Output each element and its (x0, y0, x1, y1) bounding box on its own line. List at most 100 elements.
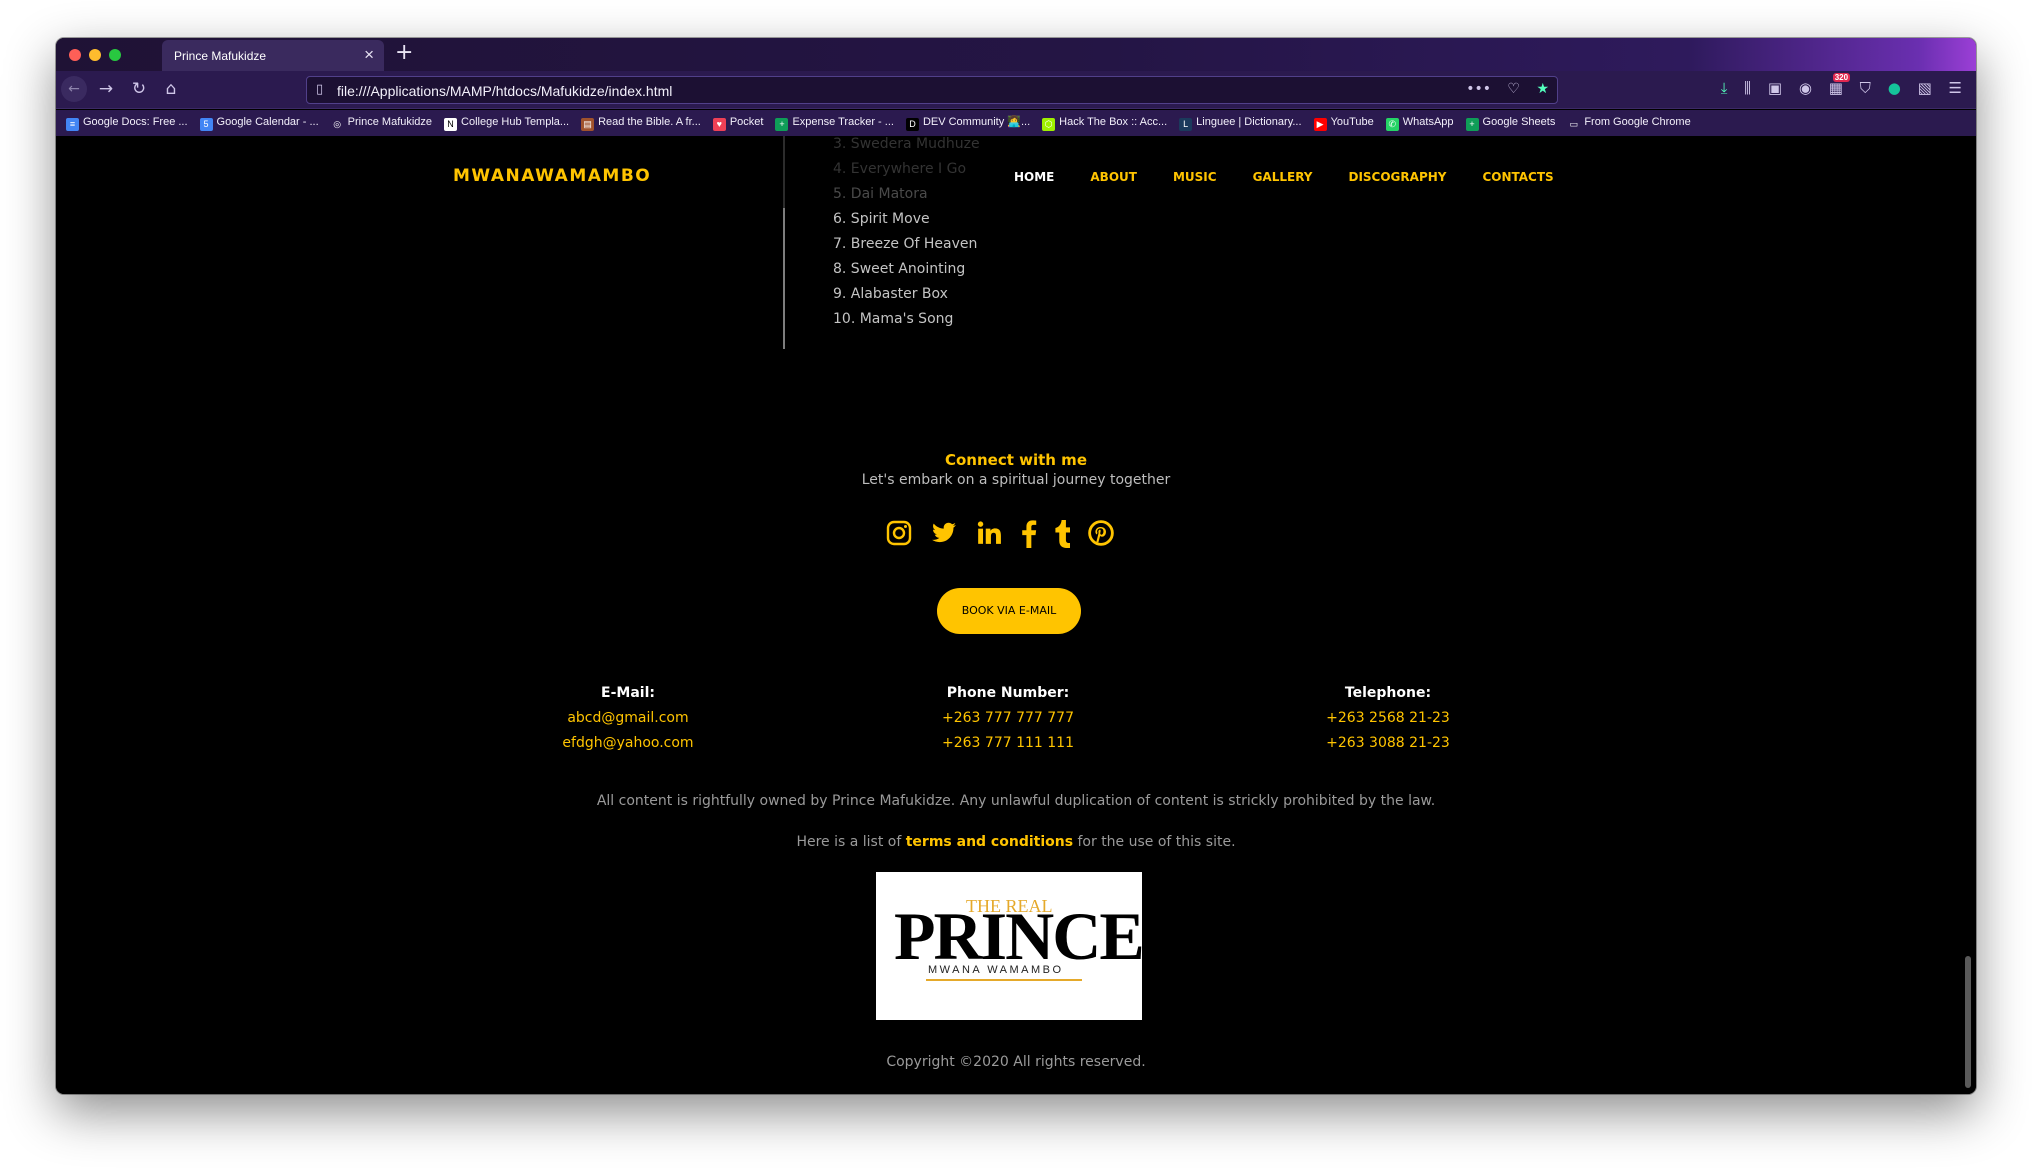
bookmark-favicon-icon: ◎ (330, 118, 344, 131)
browser-window: Prince Mafukidze × + ← → ↻ ⌂ ▯ file:///A… (56, 38, 1976, 1094)
bookmark-item[interactable]: ▭ From Google Chrome (1567, 116, 1691, 131)
bookmark-star-icon[interactable]: ★ (1536, 81, 1549, 97)
home-icon[interactable]: ⌂ (159, 78, 183, 100)
connect-title: Connect with me (944, 451, 1087, 469)
bookmark-item[interactable]: ◎ Prince Mafukidze (330, 116, 433, 131)
grammarly-icon[interactable]: ● (1888, 79, 1901, 97)
email-link[interactable]: efdgh@yahoo.com (478, 731, 778, 756)
notification-badge: 320 (1832, 73, 1851, 82)
account-icon[interactable]: ◉ (1799, 79, 1812, 97)
pocket-icon[interactable]: ♡ (1507, 81, 1520, 97)
close-window-button[interactable] (69, 49, 81, 61)
bookmark-label: WhatsApp (1402, 116, 1454, 128)
bookmark-item[interactable]: D DEV Community 👩‍💻... (905, 115, 1030, 131)
pinterest-icon[interactable] (1088, 520, 1116, 548)
library-icon[interactable]: ⫼ (1744, 79, 1751, 97)
telephone-heading: Telephone: (1344, 685, 1432, 701)
maximize-window-button[interactable] (109, 49, 121, 61)
bookmark-label: Linguee | Dictionary... (1196, 116, 1302, 128)
bookmark-item[interactable]: ⬡ Hack The Box :: Acc... (1042, 116, 1167, 131)
track-item: 10. Mama's Song (833, 311, 954, 327)
nav-link-about[interactable]: ABOUT (1090, 170, 1137, 184)
back-icon[interactable]: ← (61, 76, 87, 102)
bookmark-label: Google Docs: Free ... (83, 116, 188, 128)
bookmark-item[interactable]: ♥ Pocket (712, 116, 764, 131)
telephone-contact: Telephone: +263 2568 21-23 +263 3088 21-… (1238, 681, 1538, 756)
nav-link-music[interactable]: MUSIC (1173, 170, 1217, 184)
nav-link-contacts[interactable]: CONTACTS (1482, 170, 1553, 184)
nav-link-gallery[interactable]: GALLERY (1253, 170, 1313, 184)
tab-close-icon[interactable]: × (364, 45, 374, 65)
telephone-link[interactable]: +263 2568 21-23 (1238, 706, 1538, 731)
site-brand[interactable]: MWANAWAMAMBO (453, 166, 651, 186)
bookmark-favicon-icon: + (775, 118, 789, 131)
bookmark-item[interactable]: ▤ Read the Bible. A fr... (581, 116, 701, 131)
bookmark-favicon-icon: L (1179, 118, 1193, 131)
bookmark-label: Prince Mafukidze (347, 116, 433, 128)
bookmark-label: YouTube (1330, 116, 1374, 128)
instagram-icon[interactable] (886, 520, 914, 548)
bookmark-item[interactable]: ▶ YouTube (1313, 116, 1374, 131)
terms-before: Here is a list of (796, 834, 906, 850)
extension-k-icon[interactable]: ▧ (1918, 79, 1932, 97)
page-scrollbar[interactable] (1965, 956, 1971, 1088)
extension-calendar-icon[interactable]: ▦ 320 (1829, 73, 1851, 97)
track-item: 7. Breeze Of Heaven (833, 236, 978, 252)
bookmark-favicon-icon: ♥ (712, 118, 726, 131)
bookmark-item[interactable]: ✆ WhatsApp (1385, 116, 1454, 131)
bookmark-item[interactable]: + Expense Tracker - ... (775, 116, 894, 131)
page-actions-icon[interactable]: ••• (1466, 81, 1491, 97)
logo-line-3: MWANA WAMAMBO (928, 964, 1064, 976)
bookmark-label: From Google Chrome (1584, 116, 1691, 128)
terms-link[interactable]: terms and conditions (906, 834, 1073, 850)
rights-notice: All content is rightfully owned by Princ… (596, 793, 1436, 809)
main-nav: HOME ABOUT MUSIC GALLERY DISCOGRAPHY CONTACTS (1014, 170, 1590, 184)
prince-logo: THE REAL PRINCE MWANA WAMAMBO (876, 872, 1145, 1020)
bookmark-item[interactable]: ≡ Google Docs: Free ... (66, 116, 188, 131)
url-text[interactable]: file:///Applications/MAMP/htdocs/Mafukid… (337, 83, 672, 99)
email-heading: E-Mail: (601, 685, 655, 701)
bookmark-label: Read the Bible. A fr... (598, 116, 701, 128)
sidebar-icon[interactable]: ▣ (1768, 79, 1782, 97)
linkedin-icon[interactable] (976, 520, 1004, 548)
bookmark-item[interactable]: 5 Google Calendar - ... (199, 116, 319, 131)
bookmark-item[interactable]: N College Hub Templa... (444, 116, 569, 131)
new-tab-button[interactable]: + (395, 40, 413, 65)
track-item: 3. Swedera Mudhuze (833, 136, 980, 152)
bookmark-label: Google Sheets (1482, 116, 1556, 128)
twitter-icon[interactable] (930, 520, 958, 548)
track-item: 6. Spirit Move (833, 211, 930, 227)
bookmark-label: Google Calendar - ... (216, 116, 319, 128)
terms-after: for the use of this site. (1073, 834, 1236, 850)
minimize-window-button[interactable] (89, 49, 101, 61)
phone-link[interactable]: +263 777 111 111 (858, 731, 1158, 756)
telephone-link[interactable]: +263 3088 21-23 (1238, 731, 1538, 756)
menu-icon[interactable]: ☰ (1949, 79, 1962, 97)
address-bar[interactable]: ▯ file:///Applications/MAMP/htdocs/Mafuk… (306, 76, 1558, 104)
downloads-icon[interactable]: ⤓ (1721, 79, 1728, 97)
phone-link[interactable]: +263 777 777 777 (858, 706, 1158, 731)
bookmark-item[interactable]: L Linguee | Dictionary... (1179, 116, 1302, 131)
bookmark-favicon-icon: ▶ (1313, 118, 1327, 131)
terms-line: Here is a list of terms and conditions f… (56, 834, 1976, 850)
bookmark-item[interactable]: + Google Sheets (1465, 116, 1556, 131)
bookmark-favicon-icon: ⬡ (1042, 118, 1056, 131)
extension-shield-icon[interactable]: ⛉ (1860, 79, 1871, 97)
tumblr-icon[interactable] (1054, 520, 1082, 548)
logo-underline (926, 979, 1082, 981)
bookmark-favicon-icon: D (905, 118, 919, 131)
reload-icon[interactable]: ↻ (127, 78, 151, 100)
nav-link-home[interactable]: HOME (1014, 170, 1054, 184)
bookmark-label: Hack The Box :: Acc... (1059, 116, 1168, 128)
bookmark-label: Pocket (729, 116, 764, 128)
browser-tab[interactable]: Prince Mafukidze × (162, 40, 384, 71)
email-link[interactable]: abcd@gmail.com (478, 706, 778, 731)
bookmark-label: Expense Tracker - ... (792, 116, 894, 128)
book-via-email-button[interactable]: BOOK VIA E-MAIL (937, 588, 1081, 634)
navigation-toolbar: ← → ↻ ⌂ ▯ file:///Applications/MAMP/htdo… (56, 71, 1976, 109)
facebook-icon[interactable] (1020, 520, 1048, 548)
track-item: 5. Dai Matora (833, 186, 928, 202)
bookmark-label: College Hub Templa... (461, 116, 570, 128)
nav-link-discography[interactable]: DISCOGRAPHY (1348, 170, 1446, 184)
forward-icon[interactable]: → (94, 78, 118, 100)
